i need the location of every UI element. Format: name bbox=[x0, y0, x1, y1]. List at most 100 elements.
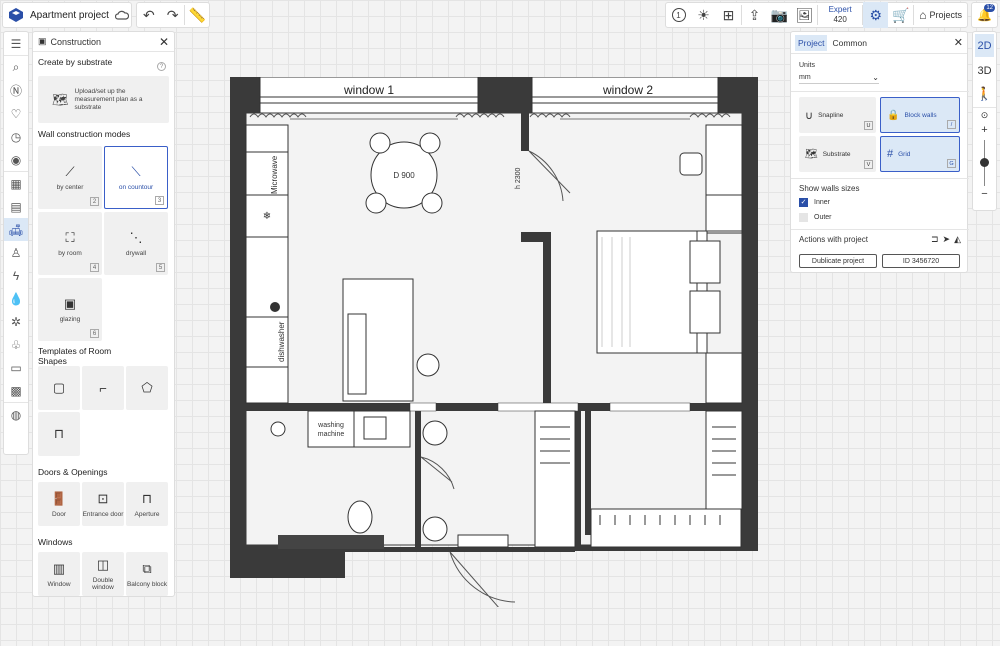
zoom-slider-handle[interactable] bbox=[980, 158, 989, 167]
export-icon[interactable]: ⊐ bbox=[931, 234, 939, 245]
undo-icon[interactable]: ↶ bbox=[137, 2, 161, 28]
entrance-door-item[interactable]: ⊡ Entrance door bbox=[82, 482, 124, 526]
share-icon[interactable]: ⇪ bbox=[742, 2, 767, 28]
upload-substrate-button[interactable]: 🗺 Upload/set up the measurement plan as … bbox=[38, 76, 169, 123]
door-item[interactable]: 🚪 Door bbox=[38, 482, 80, 526]
tab-project[interactable]: Project bbox=[795, 34, 828, 51]
bathroom-wall[interactable] bbox=[415, 411, 421, 549]
zoom-slider[interactable] bbox=[973, 138, 996, 188]
close-icon[interactable]: ✕ bbox=[159, 35, 169, 49]
paint-roller-icon[interactable]: ▭ bbox=[4, 356, 28, 379]
walls-icon[interactable]: ▤ bbox=[4, 195, 28, 218]
template-cut-corner[interactable]: ⬠ bbox=[126, 366, 168, 410]
outer-checkbox[interactable]: Outer bbox=[799, 213, 832, 222]
floorplan-icon[interactable]: ▦ bbox=[4, 172, 28, 195]
image-icon[interactable]: 🖼 bbox=[792, 2, 817, 28]
construction-icon: ▣ bbox=[38, 36, 47, 46]
mode-2d-button[interactable]: 2D bbox=[975, 34, 994, 57]
window-item[interactable]: ▥ Window bbox=[38, 552, 80, 596]
send-icon[interactable]: ➤ bbox=[943, 234, 951, 245]
hallway-closet[interactable] bbox=[534, 410, 576, 548]
projects-button[interactable]: ⌂ Projects bbox=[914, 8, 967, 22]
washing-machine[interactable] bbox=[307, 410, 355, 448]
level-badge[interactable]: 1 bbox=[666, 2, 691, 28]
shortcut-key: 4 bbox=[90, 263, 99, 272]
grid-view-icon[interactable]: ⊞ bbox=[716, 2, 741, 28]
desk-chair[interactable] bbox=[679, 152, 703, 176]
brand-icon[interactable]: Ⓝ bbox=[4, 79, 28, 102]
clock-icon[interactable]: ◷ bbox=[4, 125, 28, 148]
heart-icon[interactable]: ♡ bbox=[4, 102, 28, 125]
globe-icon[interactable]: ◍ bbox=[4, 403, 28, 426]
compass-icon[interactable]: ⊙ bbox=[973, 110, 996, 124]
kitchen-island[interactable] bbox=[342, 278, 414, 402]
history-bar: ↶ ↷ 📏 bbox=[136, 2, 210, 28]
notifications-box[interactable]: 🔔 12 bbox=[971, 2, 998, 28]
substrate-button[interactable]: 🗺 Substrate V bbox=[799, 136, 876, 172]
list-icon[interactable]: ☰ bbox=[4, 32, 28, 55]
door-icon: 🚪 bbox=[50, 490, 68, 506]
electricity-icon[interactable]: ϟ bbox=[4, 264, 28, 287]
texture-icon[interactable]: ▩ bbox=[4, 379, 28, 402]
template-u-shape[interactable]: ⊓ bbox=[38, 412, 80, 456]
template-square[interactable]: ▢ bbox=[38, 366, 80, 410]
wall-mode-by-center[interactable]: ⟋ by center 2 bbox=[38, 146, 102, 209]
shoe-bench[interactable] bbox=[457, 534, 509, 548]
toilet[interactable] bbox=[347, 500, 373, 534]
camera-icon[interactable]: 📷 bbox=[767, 2, 792, 28]
bedroom-closet[interactable] bbox=[590, 508, 742, 548]
nightstand[interactable] bbox=[705, 352, 743, 404]
zoom-out-icon[interactable]: − bbox=[973, 188, 996, 202]
search-icon[interactable]: ⌕ bbox=[4, 56, 28, 79]
template-l-shape[interactable]: ⌐ bbox=[82, 366, 124, 410]
fan-icon[interactable]: ✲ bbox=[4, 310, 28, 333]
wall-mode-on-countour[interactable]: ⟍ on countour 3 bbox=[104, 146, 168, 209]
walk-mode-icon[interactable]: 🚶 bbox=[973, 82, 996, 105]
user-icon[interactable]: ◉ bbox=[4, 148, 28, 171]
double-window-item[interactable]: ◫ Double window bbox=[82, 552, 124, 596]
mirror-icon[interactable]: ◭ bbox=[954, 234, 961, 245]
lamp-icon[interactable]: ♙ bbox=[4, 241, 28, 264]
bedroom-desk[interactable] bbox=[705, 194, 743, 232]
mode-3d-button[interactable]: 3D bbox=[975, 59, 994, 82]
hallway-stool[interactable] bbox=[422, 420, 448, 446]
snapline-button[interactable]: ∪ Snapline U bbox=[799, 97, 876, 133]
wall-mode-label: glazing bbox=[59, 316, 81, 323]
hallway-stool[interactable] bbox=[422, 516, 448, 542]
expert-badge[interactable]: Expert 420 bbox=[818, 3, 862, 27]
redo-icon[interactable]: ↷ bbox=[161, 2, 185, 28]
interior-wall-vertical-top[interactable] bbox=[521, 113, 529, 151]
wall-mode-glazing[interactable]: ▣ glazing 6 bbox=[38, 278, 102, 341]
aperture-item[interactable]: ⊓ Aperture bbox=[126, 482, 168, 526]
sun-icon[interactable]: ☀ bbox=[691, 2, 716, 28]
water-drop-icon[interactable]: 💧 bbox=[4, 287, 28, 310]
shower-tray[interactable] bbox=[278, 535, 384, 549]
sofa-icon[interactable]: 🛋 bbox=[4, 218, 28, 241]
floor-plan-canvas[interactable]: window 1 window 2 Microwave dishwasher ❄… bbox=[230, 77, 760, 607]
zoom-in-icon[interactable]: + bbox=[973, 124, 996, 138]
shortcut-key: V bbox=[864, 160, 873, 169]
balcony-block-item[interactable]: ⧉ Balcony block bbox=[126, 552, 168, 596]
plant-icon[interactable]: ♧ bbox=[4, 333, 28, 356]
project-title[interactable]: Apartment project bbox=[30, 10, 109, 21]
cart-icon[interactable]: 🛒 bbox=[888, 2, 913, 28]
cloud-icon[interactable] bbox=[114, 10, 129, 20]
grid-button[interactable]: # Grid G bbox=[880, 136, 960, 172]
substrate-label: Substrate bbox=[822, 150, 851, 158]
close-icon[interactable]: ✕ bbox=[954, 36, 963, 49]
wall-mode-drywall[interactable]: ⋱ drywall 5 bbox=[104, 212, 168, 275]
bar-stool[interactable] bbox=[416, 353, 440, 377]
block-walls-button[interactable]: 🔒 Block walls / bbox=[880, 97, 960, 133]
inner-checkbox[interactable]: ✓ Inner bbox=[799, 198, 830, 207]
duplicate-project-button[interactable]: Dublicate project bbox=[799, 254, 877, 268]
project-id-button[interactable]: ID 3456720 bbox=[882, 254, 960, 268]
tab-common[interactable]: Common bbox=[832, 38, 953, 48]
help-icon[interactable]: ? bbox=[157, 62, 166, 71]
wall-mode-by-room[interactable]: ⛶ by room 4 bbox=[38, 212, 102, 275]
ruler-icon[interactable]: 📏 bbox=[185, 2, 209, 28]
units-select[interactable]: mm ⌄ bbox=[799, 72, 879, 84]
entrance-door[interactable] bbox=[449, 551, 516, 607]
settings-gear-icon[interactable]: ⚙ bbox=[863, 2, 889, 28]
upload-label: Upload/set up the measurement plan as a … bbox=[74, 87, 143, 111]
bathroom-sink[interactable] bbox=[353, 410, 411, 448]
